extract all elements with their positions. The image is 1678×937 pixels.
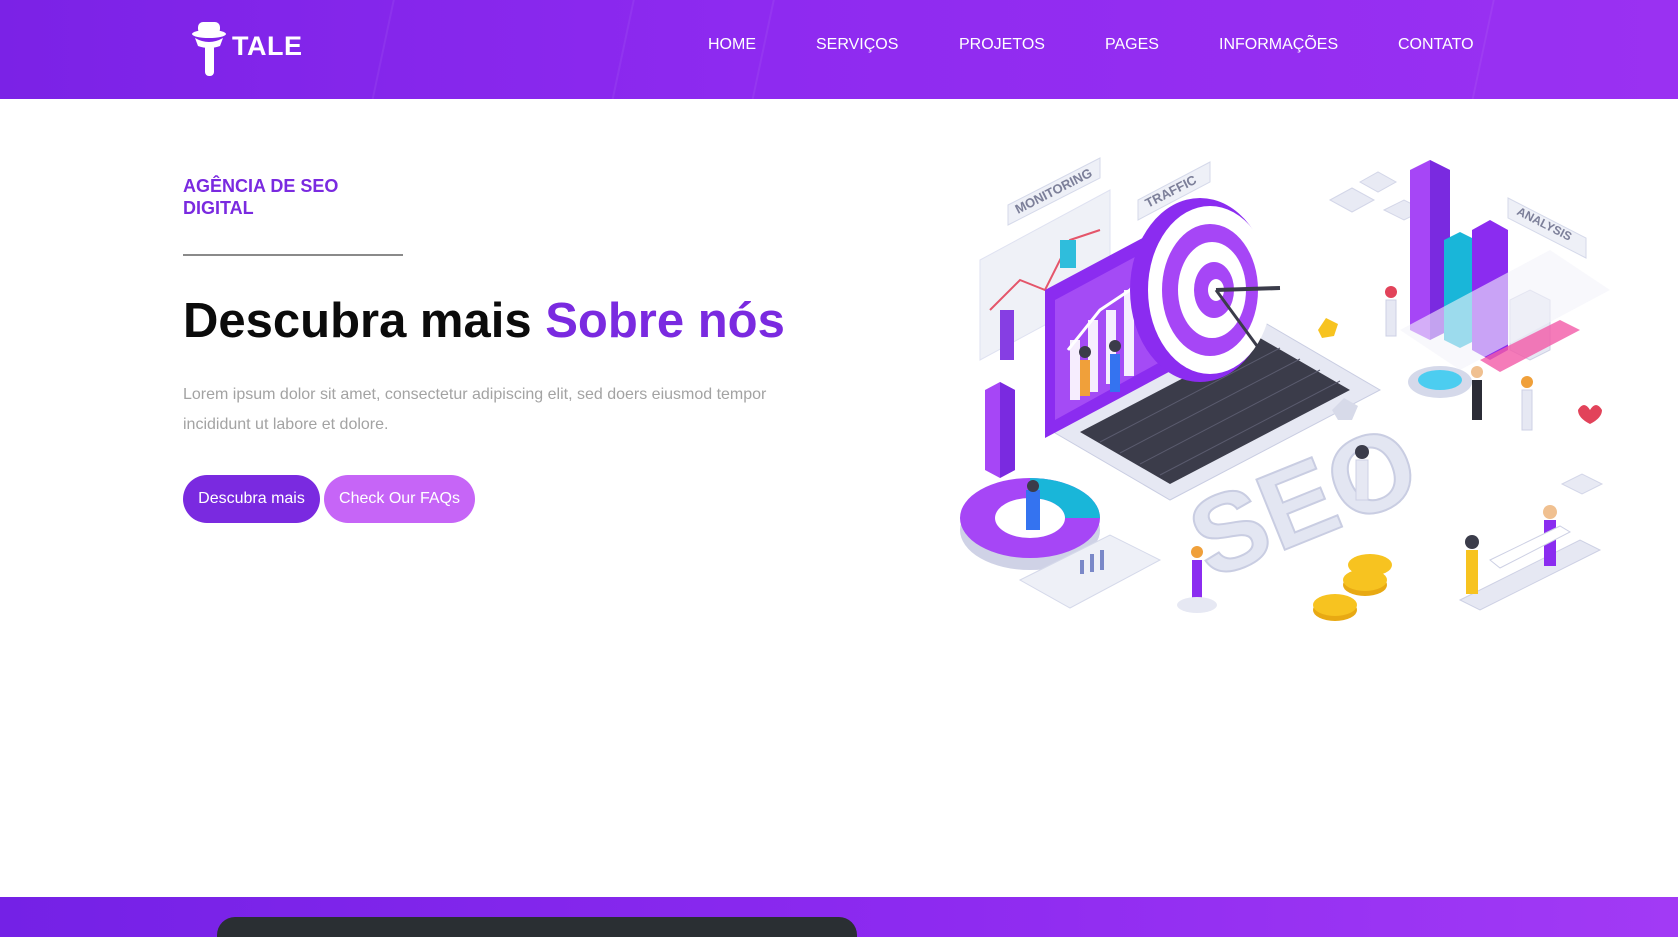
nav-item-servicos[interactable]: SERVIÇOS <box>816 34 898 56</box>
headline-accent: Sobre nós <box>545 294 785 348</box>
nav-item-informacoes[interactable]: INFORMAÇÕES <box>1219 34 1338 56</box>
nav-item-home[interactable]: HOME <box>708 34 756 56</box>
nav-item-pages[interactable]: PAGES <box>1105 34 1159 56</box>
nav-item-contato[interactable]: CONTATO <box>1398 34 1474 56</box>
hero-headline: Descubra mais Sobre nós <box>183 290 785 352</box>
nav-item-projetos[interactable]: PROJETOS <box>959 34 1045 56</box>
next-section-image <box>217 917 857 937</box>
seo-isometric-illustration: MONITORING TRAFFIC ANALYSIS SEO <box>960 157 1610 621</box>
hero-lead-text: Lorem ipsum dolor sit amet, consectetur … <box>183 386 767 433</box>
main-nav: HOME SERVIÇOS PROJETOS PAGES INFORMAÇÕES… <box>0 34 1678 56</box>
discover-more-button[interactable]: Descubra mais <box>183 475 320 523</box>
hero-eyebrow: AGÊNCIA DE SEO DIGITAL <box>183 175 373 219</box>
faqs-button[interactable]: Check Our FAQs <box>324 475 475 523</box>
next-section-band <box>0 897 1678 937</box>
eyebrow-line-1: AGÊNCIA DE SEO <box>183 176 339 196</box>
hero-divider <box>183 254 403 256</box>
headline-main: Descubra mais <box>183 294 546 348</box>
site-header: TALE HOME SERVIÇOS PROJETOS PAGES INFORM… <box>0 0 1678 99</box>
eyebrow-line-2: DIGITAL <box>183 198 254 218</box>
